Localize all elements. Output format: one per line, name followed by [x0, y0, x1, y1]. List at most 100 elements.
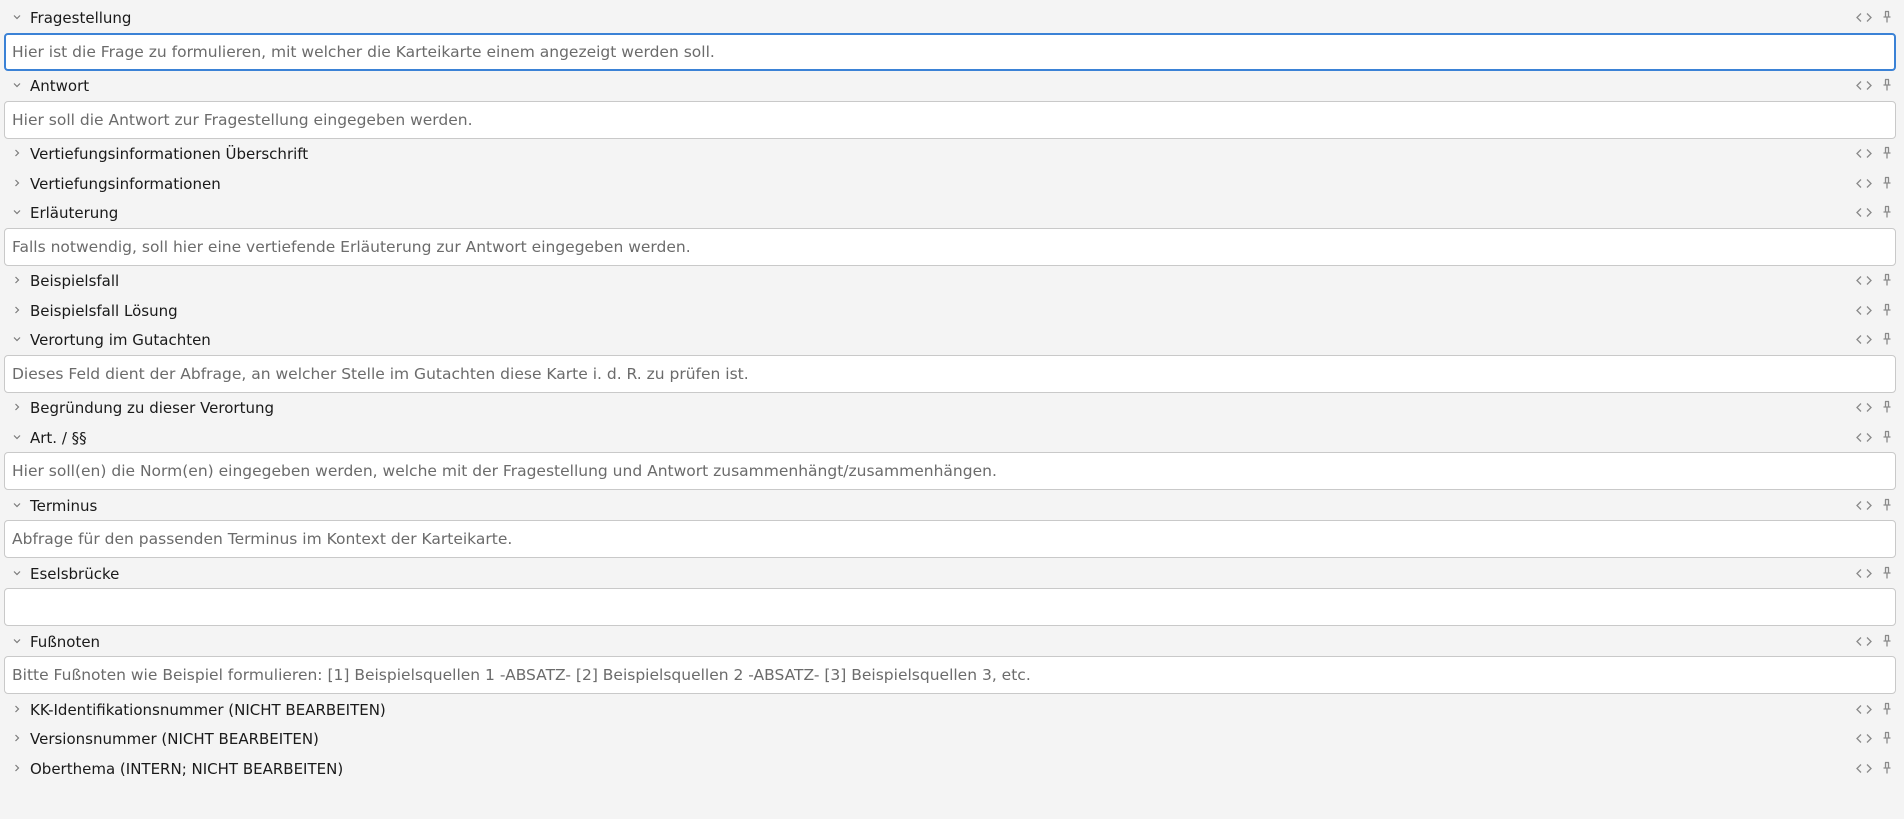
chevron-right-icon[interactable]	[11, 401, 23, 413]
field-label[interactable]: Art. / §§	[30, 428, 87, 448]
chevron-right-icon[interactable]	[11, 762, 23, 774]
chevron-right-icon[interactable]	[11, 703, 23, 715]
field-label[interactable]: Versionsnummer (NICHT BEARBEITEN)	[30, 729, 319, 749]
code-brackets-icon[interactable]	[1855, 147, 1873, 160]
field-header: KK-Identifikationsnummer (NICHT BEARBEIT…	[0, 695, 1904, 725]
field-vertiefungsinfo: Vertiefungsinformationen	[0, 169, 1904, 199]
field-label[interactable]: Fußnoten	[30, 632, 100, 652]
chevron-down-icon[interactable]	[11, 567, 23, 579]
chevron-right-icon[interactable]	[11, 177, 23, 189]
chevron-right-icon[interactable]	[11, 304, 23, 316]
pin-icon[interactable]	[1881, 498, 1893, 512]
field-header: Fußnoten	[0, 627, 1904, 657]
field-label[interactable]: KK-Identifikationsnummer (NICHT BEARBEIT…	[30, 700, 386, 720]
field-antwort: Antwort Hier soll die Antwort zur Fragest…	[0, 71, 1904, 139]
field-label[interactable]: Oberthema (INTERN; NICHT BEARBEITEN)	[30, 759, 343, 779]
pin-icon[interactable]	[1881, 303, 1893, 317]
field-header: Oberthema (INTERN; NICHT BEARBEITEN)	[0, 754, 1904, 784]
field-label[interactable]: Fragestellung	[30, 8, 131, 28]
field-beispielsfall: Beispielsfall	[0, 266, 1904, 296]
chevron-down-icon[interactable]	[11, 11, 23, 23]
note-editor: Fragestellung Hier ist die Frage zu formu…	[0, 0, 1904, 783]
field-label[interactable]: Begründung zu dieser Verortung	[30, 398, 274, 418]
code-brackets-icon[interactable]	[1855, 304, 1873, 317]
code-brackets-icon[interactable]	[1855, 401, 1873, 414]
code-brackets-icon[interactable]	[1855, 431, 1873, 444]
art-paragraphen-input[interactable]: Hier soll(en) die Norm(en) eingegeben we…	[4, 452, 1896, 490]
field-kk-id: KK-Identifikationsnummer (NICHT BEARBEIT…	[0, 695, 1904, 725]
erlaeuterung-input[interactable]: Falls notwendig, soll hier eine vertiefe…	[4, 227, 1896, 266]
pin-icon[interactable]	[1881, 430, 1893, 444]
pin-icon[interactable]	[1881, 332, 1893, 346]
field-header: Terminus	[0, 491, 1904, 521]
chevron-down-icon[interactable]	[11, 635, 23, 647]
code-brackets-icon[interactable]	[1855, 274, 1873, 287]
field-header: Eselsbrücke	[0, 559, 1904, 589]
pin-icon[interactable]	[1881, 78, 1893, 92]
code-brackets-icon[interactable]	[1855, 499, 1873, 512]
code-brackets-icon[interactable]	[1855, 732, 1873, 745]
field-header: Art. / §§	[0, 423, 1904, 453]
field-eselsbruecke: Eselsbrücke	[0, 559, 1904, 626]
code-brackets-icon[interactable]	[1855, 333, 1873, 346]
pin-icon[interactable]	[1881, 731, 1893, 745]
code-brackets-icon[interactable]	[1855, 703, 1873, 716]
field-erlaeuterung: Erläuterung Falls notwendig, soll hier ei…	[0, 198, 1904, 266]
chevron-down-icon[interactable]	[11, 79, 23, 91]
field-header: Begründung zu dieser Verortung	[0, 393, 1904, 423]
code-brackets-icon[interactable]	[1855, 79, 1873, 92]
field-versionsnummer: Versionsnummer (NICHT BEARBEITEN)	[0, 724, 1904, 754]
field-vertiefungsinfo-ueberschrift: Vertiefungsinformationen Überschrift	[0, 139, 1904, 169]
field-label[interactable]: Verortung im Gutachten	[30, 330, 211, 350]
chevron-right-icon[interactable]	[11, 732, 23, 744]
code-brackets-icon[interactable]	[1855, 762, 1873, 775]
code-brackets-icon[interactable]	[1855, 11, 1873, 24]
field-label[interactable]: Erläuterung	[30, 203, 118, 223]
chevron-down-icon[interactable]	[11, 206, 23, 218]
field-fussnoten: Fußnoten Bitte Fußnoten wie Beispiel form…	[0, 627, 1904, 694]
field-header: Beispielsfall	[0, 266, 1904, 296]
field-label[interactable]: Vertiefungsinformationen Überschrift	[30, 144, 308, 164]
field-label[interactable]: Antwort	[30, 76, 89, 96]
chevron-right-icon[interactable]	[11, 147, 23, 159]
antwort-input[interactable]: Hier soll die Antwort zur Fragestellung …	[4, 100, 1896, 139]
pin-icon[interactable]	[1881, 566, 1893, 580]
chevron-right-icon[interactable]	[11, 274, 23, 286]
field-oberthema: Oberthema (INTERN; NICHT BEARBEITEN)	[0, 754, 1904, 784]
pin-icon[interactable]	[1881, 400, 1893, 414]
field-header: Versionsnummer (NICHT BEARBEITEN)	[0, 724, 1904, 754]
field-header: Beispielsfall Lösung	[0, 296, 1904, 326]
field-header: Verortung im Gutachten	[0, 325, 1904, 355]
chevron-down-icon[interactable]	[11, 431, 23, 443]
field-header: Vertiefungsinformationen Überschrift	[0, 139, 1904, 169]
field-header: Erläuterung	[0, 198, 1904, 228]
eselsbruecke-input[interactable]	[4, 588, 1896, 626]
field-verortung: Verortung im Gutachten Dieses Feld dient …	[0, 325, 1904, 393]
field-header: Fragestellung	[0, 3, 1904, 33]
field-label[interactable]: Beispielsfall Lösung	[30, 301, 178, 321]
pin-icon[interactable]	[1881, 634, 1893, 648]
pin-icon[interactable]	[1881, 176, 1893, 190]
terminus-input[interactable]: Abfrage für den passenden Terminus im Ko…	[4, 520, 1896, 558]
code-brackets-icon[interactable]	[1855, 177, 1873, 190]
pin-icon[interactable]	[1881, 205, 1893, 219]
pin-icon[interactable]	[1881, 702, 1893, 716]
code-brackets-icon[interactable]	[1855, 206, 1873, 219]
pin-icon[interactable]	[1881, 273, 1893, 287]
fragestellung-input[interactable]: Hier ist die Frage zu formulieren, mit w…	[4, 32, 1896, 71]
chevron-down-icon[interactable]	[11, 499, 23, 511]
field-label[interactable]: Eselsbrücke	[30, 564, 119, 584]
field-label[interactable]: Vertiefungsinformationen	[30, 174, 221, 194]
verortung-input[interactable]: Dieses Feld dient der Abfrage, an welche…	[4, 354, 1896, 393]
field-header: Antwort	[0, 71, 1904, 101]
code-brackets-icon[interactable]	[1855, 635, 1873, 648]
pin-icon[interactable]	[1881, 10, 1893, 24]
field-beispielsfall-loesung: Beispielsfall Lösung	[0, 296, 1904, 326]
field-label[interactable]: Beispielsfall	[30, 271, 119, 291]
fussnoten-input[interactable]: Bitte Fußnoten wie Beispiel formulieren:…	[4, 656, 1896, 694]
chevron-down-icon[interactable]	[11, 333, 23, 345]
pin-icon[interactable]	[1881, 146, 1893, 160]
code-brackets-icon[interactable]	[1855, 567, 1873, 580]
pin-icon[interactable]	[1881, 761, 1893, 775]
field-label[interactable]: Terminus	[30, 496, 97, 516]
